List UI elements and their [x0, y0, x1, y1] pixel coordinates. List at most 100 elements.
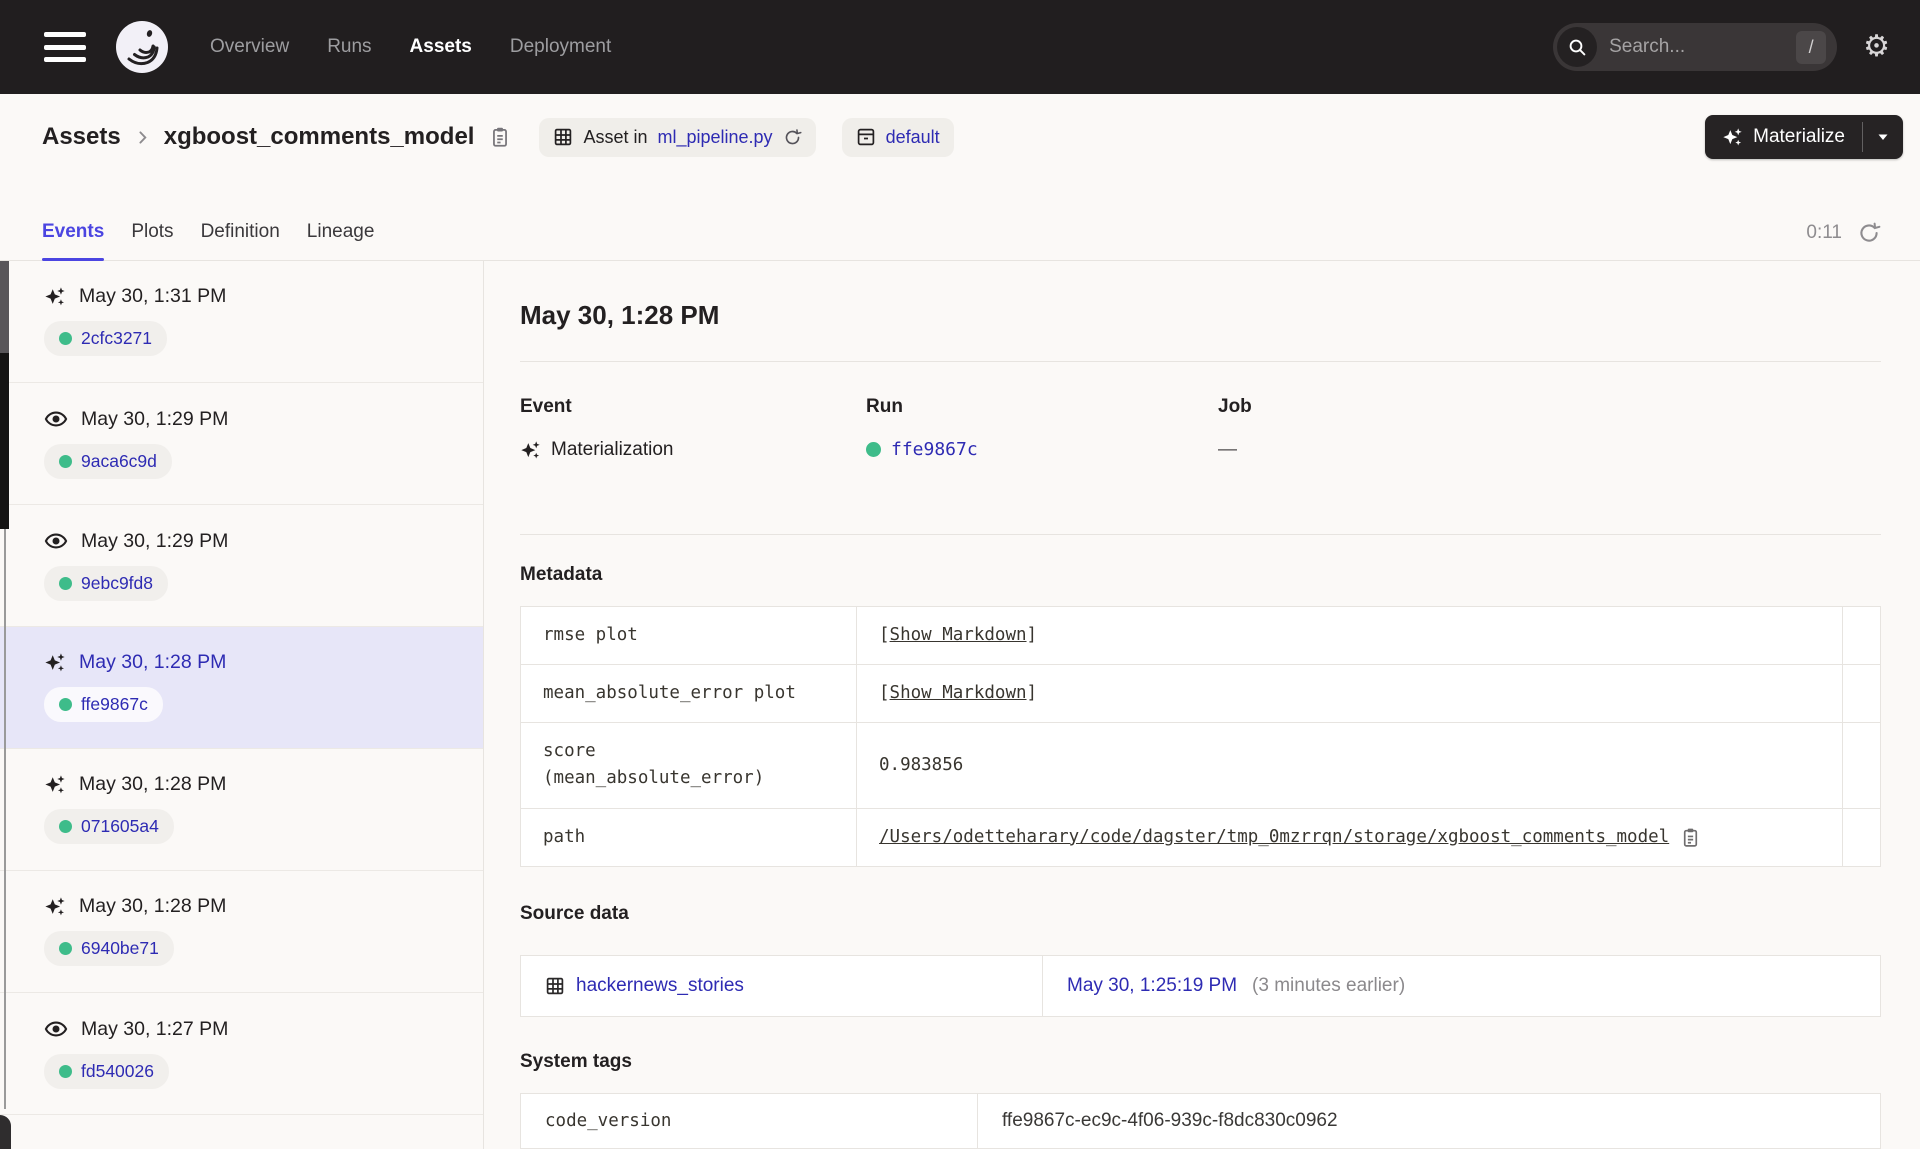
dagster-logo-icon[interactable] [116, 21, 168, 73]
event-type-value: Materialization [551, 439, 674, 460]
materialize-label: Materialize [1753, 126, 1845, 147]
run-id-pill[interactable]: fd540026 [44, 1054, 169, 1089]
asset-name: xgboost_comments_model [163, 123, 475, 150]
run-status-dot [59, 455, 72, 468]
source-data-row: hackernews_stories May 30, 1:25:19 PM (3… [521, 955, 1880, 1016]
tab[interactable]: Events [42, 221, 105, 261]
run-status-dot [59, 942, 72, 955]
event-list-item[interactable]: May 30, 1:28 PM ffe9867c [0, 627, 483, 749]
run-status-dot [866, 442, 881, 457]
event-detail-pane: May 30, 1:28 PM Event Materialization Ru… [484, 261, 1920, 1149]
observation-eye-icon [44, 529, 68, 553]
global-search[interactable]: / [1553, 23, 1838, 71]
run-id-pill[interactable]: 9ebc9fd8 [44, 566, 169, 601]
run-status-dot [59, 577, 72, 590]
nav-link[interactable]: Deployment [510, 36, 611, 58]
event-list-item[interactable]: May 30, 1:31 PM 2cfc3271 [0, 261, 483, 383]
run-id-link[interactable]: ffe9867c [891, 439, 978, 460]
refresh-timer: 0:11 [1806, 222, 1842, 243]
search-shortcut-badge: / [1796, 30, 1827, 64]
tab[interactable]: Lineage [307, 221, 375, 261]
run-id-pill[interactable]: 071605a4 [44, 809, 174, 844]
tab[interactable]: Definition [201, 221, 280, 261]
run-id-pill[interactable]: 6940be71 [44, 931, 174, 966]
observation-eye-icon [44, 407, 68, 431]
event-timestamp: May 30, 1:28 PM [79, 651, 227, 673]
refresh-icon[interactable] [1857, 221, 1881, 245]
nav-link-label: Overview [210, 36, 290, 57]
metadata-table: rmse plot [Show Markdown] mean_absolute_… [520, 606, 1881, 867]
hamburger-menu-icon[interactable] [44, 32, 86, 62]
asset-location-file-link[interactable]: ml_pipeline.py [657, 127, 772, 148]
code-location-badge[interactable]: default [841, 117, 954, 157]
materialize-button[interactable]: Materialize [1705, 115, 1862, 159]
source-data-heading: Source data [520, 902, 629, 924]
table-grid-icon [545, 976, 565, 996]
show-markdown-link[interactable]: Show Markdown [890, 683, 1027, 703]
metadata-row-end-cell [1842, 607, 1880, 665]
sparkle-icon [521, 440, 540, 458]
path-link[interactable]: /Users/odetteharary/code/dagster/tmp_0mz… [879, 824, 1669, 851]
show-markdown-link[interactable]: Show Markdown [890, 625, 1027, 645]
materialization-sparkle-icon [44, 774, 66, 796]
copy-asset-name-icon[interactable] [489, 126, 511, 148]
sparkle-icon [1723, 127, 1742, 145]
event-timestamp: May 30, 1:28 PM [79, 895, 227, 917]
event-list-item[interactable]: May 30, 1:28 PM 6940be71 [0, 871, 483, 993]
metadata-row: mean_absolute_error plot [Show Markdown] [521, 665, 1880, 724]
nav-link[interactable]: Overview [210, 36, 289, 58]
run-id-link: ffe9867c [81, 694, 148, 714]
materialization-sparkle-icon [44, 652, 66, 674]
system-tag-key: code_version [521, 1093, 978, 1148]
run-id-link: 6940be71 [81, 938, 159, 958]
code-location-link[interactable]: default [886, 127, 940, 148]
source-asset-link[interactable]: hackernews_stories [576, 975, 744, 997]
metadata-row-end-cell [1842, 723, 1880, 808]
run-status-dot [59, 1065, 72, 1078]
nav-link-label: Assets [409, 36, 472, 57]
nav-link[interactable]: Assets [410, 36, 472, 58]
run-id-pill[interactable]: ffe9867c [44, 687, 163, 722]
event-list-item[interactable]: May 30, 1:29 PM 9ebc9fd8 [0, 505, 483, 627]
observation-eye-icon [44, 1017, 68, 1041]
run-id-pill[interactable]: 9aca6c9d [44, 444, 172, 479]
metadata-row: rmse plot [Show Markdown] [521, 607, 1880, 666]
metadata-row-end-cell [1842, 665, 1880, 723]
event-timestamp: May 30, 1:31 PM [79, 285, 227, 307]
asset-location-badge[interactable]: Asset in ml_pipeline.py [539, 117, 816, 157]
materialize-dropdown-button[interactable] [1863, 115, 1903, 159]
run-status-dot [59, 698, 72, 711]
event-list-item[interactable]: May 30, 1:29 PM 9aca6c9d [0, 383, 483, 505]
metadata-row: score (mean_absolute_error) 0.983856 [521, 723, 1880, 809]
search-input[interactable] [1609, 36, 1797, 58]
gear-icon[interactable]: ⚙ [1863, 32, 1890, 62]
event-timestamp: May 30, 1:29 PM [81, 529, 229, 552]
reload-location-icon[interactable] [783, 128, 802, 147]
event-detail-title: May 30, 1:28 PM [520, 300, 720, 330]
metadata-key: mean_absolute_error plot [521, 665, 857, 723]
metadata-row: path /Users/odetteharary/code/dagster/tm… [521, 808, 1880, 866]
system-tag-row: code_version ffe9867c-ec9c-4f06-939c-f8d… [521, 1093, 1880, 1149]
metadata-value: [Show Markdown] [879, 683, 1038, 704]
source-timestamp-link[interactable]: May 30, 1:25:19 PM [1067, 975, 1237, 997]
run-id-link: fd540026 [81, 1061, 154, 1081]
event-summary: Event Materialization Run ffe9867c Job — [520, 362, 1881, 534]
nav-links: Overview Runs Assets Deployment [210, 36, 611, 58]
metadata-value: 0.983856 [879, 754, 964, 775]
source-data-table: hackernews_stories May 30, 1:25:19 PM (3… [520, 954, 1881, 1017]
tab[interactable]: Plots [131, 221, 173, 261]
copy-path-icon[interactable] [1680, 827, 1701, 848]
event-list-item[interactable]: May 30, 1:27 PM fd540026 [0, 993, 483, 1115]
metadata-value: [Show Markdown] [879, 625, 1038, 645]
event-label: Event [520, 396, 572, 417]
run-id-link: 9aca6c9d [81, 451, 157, 471]
breadcrumb-assets-link[interactable]: Assets [42, 123, 121, 151]
event-list-item[interactable]: May 30, 1:28 PM 071605a4 [0, 749, 483, 871]
event-list-sidebar: May 30, 1:31 PM 2cfc3271 May 30, 1:29 PM… [0, 261, 484, 1149]
top-navbar: Overview Runs Assets Deployment / ⚙ [0, 0, 1920, 94]
event-timestamp: May 30, 1:28 PM [79, 773, 227, 795]
summary-run-col: Run ffe9867c [866, 396, 1218, 534]
system-tag-value: ffe9867c-ec9c-4f06-939c-f8dc830c0962 [1002, 1109, 1338, 1131]
run-id-pill[interactable]: 2cfc3271 [44, 321, 168, 356]
nav-link[interactable]: Runs [327, 36, 371, 58]
